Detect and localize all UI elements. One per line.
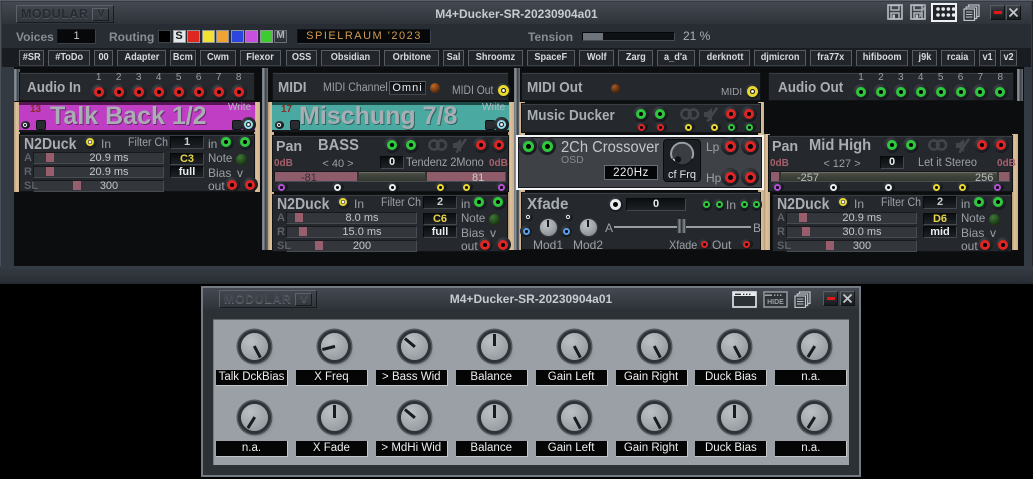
svg-text:HIDE: HIDE — [767, 299, 784, 306]
